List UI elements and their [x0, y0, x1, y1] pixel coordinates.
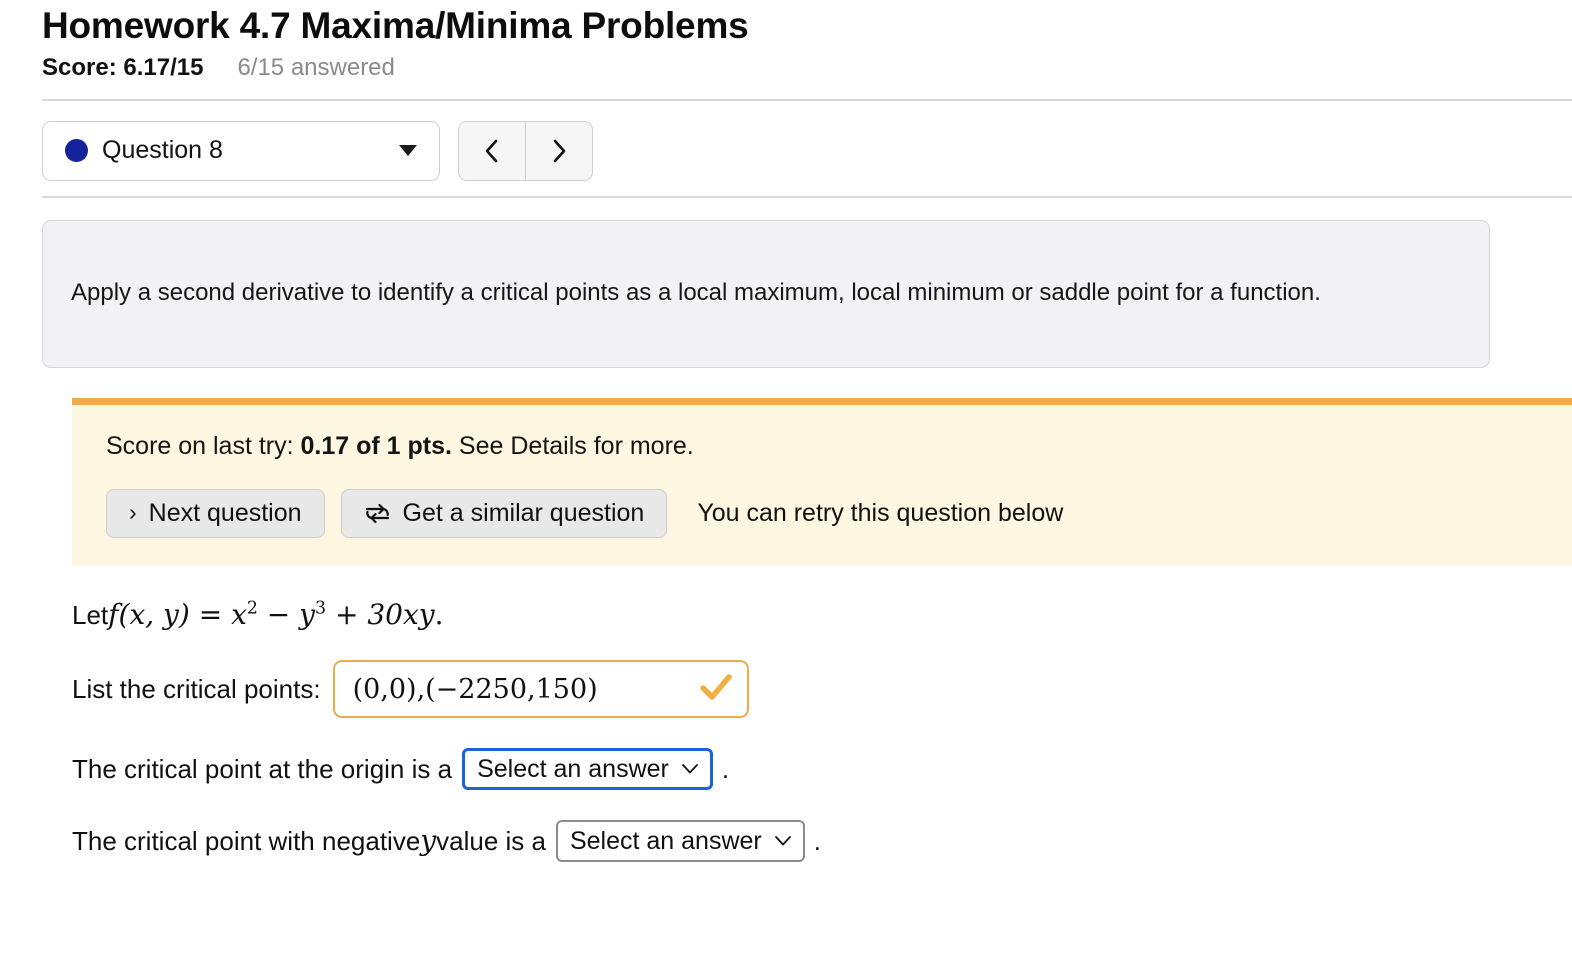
negative-y-variable: y [420, 826, 436, 857]
term3: 30xy [367, 598, 434, 631]
function-args: (x, y) [119, 598, 190, 631]
negative-y-prefix: The critical point with negative [72, 827, 420, 856]
function-expression: f(x, y) = x2 − y3 + 30xy. [108, 600, 443, 631]
instruction-panel: Apply a second derivative to identify a … [42, 220, 1490, 368]
function-period: . [435, 598, 444, 631]
term1-base: x [231, 598, 247, 631]
score-value: Score: 6.17/15 [42, 54, 203, 82]
equals-sign: = [190, 598, 231, 631]
retry-note: You can retry this question below [697, 499, 1063, 528]
chevron-down-icon [399, 145, 417, 156]
banner-actions: › Next question Get a similar question Y… [106, 489, 1572, 538]
negative-y-period: . [814, 827, 821, 856]
last-try-score-prefix: Score on last try: [106, 432, 301, 460]
answered-count: 6/15 answered [237, 54, 394, 82]
get-similar-question-button[interactable]: Get a similar question [341, 489, 668, 538]
question-status-dot-icon [65, 139, 88, 162]
origin-question-text: The critical point at the origin is a [72, 755, 452, 784]
term2-exponent: 3 [315, 598, 326, 618]
instruction-text: Apply a second derivative to identify a … [71, 277, 1321, 310]
last-try-score-suffix: See Details for more. [452, 432, 694, 460]
operator-1: − [258, 598, 299, 631]
critical-points-value: (0,0),(−2250,150) [353, 675, 598, 705]
page-title: Homework 4.7 Maxima/Minima Problems [0, 0, 1572, 48]
chevron-left-icon [484, 138, 500, 164]
operator-2: + [326, 598, 367, 631]
swap-arrows-icon [364, 501, 391, 526]
problem-body: Let f(x, y) = x2 − y3 + 30xy. List the c… [0, 566, 1572, 863]
score-summary: Score: 6.17/15 6/15 answered [0, 48, 1572, 82]
term2-base: y [299, 598, 315, 631]
last-try-score: Score on last try: 0.17 of 1 pts. See De… [106, 431, 1572, 461]
origin-classification-line: The critical point at the origin is a Se… [72, 748, 1572, 790]
nav-divider [42, 196, 1572, 198]
last-try-score-value: 0.17 of 1 pts. [301, 432, 452, 460]
negative-y-answer-select-value: Select an answer [570, 828, 762, 856]
function-definition-line: Let f(x, y) = x2 − y3 + 30xy. [72, 600, 1572, 631]
negative-y-classification-line: The critical point with negative y value… [72, 820, 1572, 862]
question-navigation: Question 8 [0, 101, 1572, 181]
correct-check-icon [699, 672, 733, 708]
question-stepper [458, 121, 593, 181]
previous-question-button[interactable] [459, 122, 525, 180]
origin-answer-select-value: Select an answer [477, 756, 669, 784]
negative-y-suffix: value is a [436, 827, 546, 856]
critical-points-input[interactable]: (0,0),(−2250,150) [333, 660, 749, 718]
origin-period: . [722, 755, 729, 784]
origin-answer-select[interactable]: Select an answer [462, 748, 713, 790]
chevron-down-icon [681, 759, 699, 779]
question-selector-label: Question 8 [102, 136, 399, 165]
get-similar-question-label: Get a similar question [403, 499, 645, 528]
retry-banner: Score on last try: 0.17 of 1 pts. See De… [72, 398, 1572, 566]
term1-exponent: 2 [247, 598, 258, 618]
chevron-down-icon [774, 831, 792, 851]
next-question-action-button[interactable]: › Next question [106, 489, 325, 538]
let-prefix: Let [72, 601, 108, 630]
chevron-right-icon: › [129, 501, 137, 524]
chevron-right-icon [551, 138, 567, 164]
next-question-action-label: Next question [149, 499, 302, 528]
critical-points-line: List the critical points: (0,0),(−2250,1… [72, 660, 1572, 718]
critical-points-label: List the critical points: [72, 675, 321, 704]
negative-y-answer-select[interactable]: Select an answer [556, 820, 805, 862]
next-question-button[interactable] [525, 122, 592, 180]
function-name: f [108, 598, 118, 631]
question-selector-dropdown[interactable]: Question 8 [42, 121, 440, 181]
